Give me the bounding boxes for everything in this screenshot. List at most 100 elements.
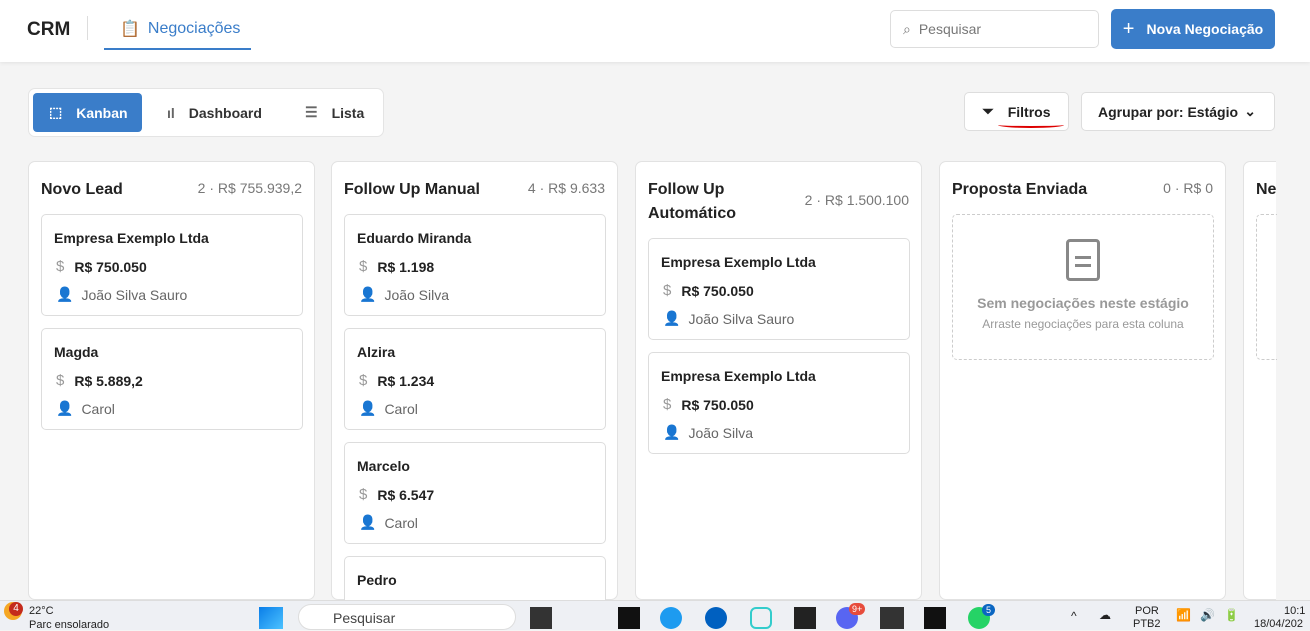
dollar-icon: $ bbox=[359, 486, 368, 503]
column-meta: 0 · R$ 0 bbox=[1163, 180, 1213, 196]
deal-card[interactable]: Eduardo Miranda $ R$ 1.198 👤 João Silva bbox=[344, 214, 606, 316]
app-icon[interactable] bbox=[530, 607, 552, 629]
deal-card[interactable]: Magda $ R$ 5.889,2 👤 Carol bbox=[41, 328, 303, 430]
dollar-icon: $ bbox=[359, 372, 368, 389]
clock-time[interactable]: 10:1 bbox=[1284, 605, 1305, 617]
kanban-icon: ⬚ bbox=[49, 104, 63, 120]
deal-owner: João Silva Sauro bbox=[81, 286, 188, 303]
column-follow-up-automatico: Follow Up Automático 2 · R$ 1.500.100 Em… bbox=[635, 161, 922, 600]
empty-title: Sem negociações neste estágio bbox=[977, 295, 1189, 311]
view-kanban[interactable]: ⬚ Kanban bbox=[33, 93, 142, 132]
windows-taskbar: 4 22°C Parc ensolarado Pesquisar 9+ 5 ^ … bbox=[0, 600, 1310, 631]
column-meta: 2 · R$ 755.939,2 bbox=[197, 180, 302, 196]
search-input[interactable]: ⌕ Pesquisar bbox=[890, 10, 1099, 48]
empty-subtitle: Arraste negociações para esta coluna bbox=[982, 317, 1184, 331]
column-title: Ne bbox=[1256, 181, 1277, 198]
weather-text: Parc ensolarado bbox=[29, 619, 110, 631]
chevron-up-icon[interactable]: ^ bbox=[1071, 609, 1077, 623]
thunderbird-icon[interactable] bbox=[705, 607, 727, 629]
deal-name: Empresa Exemplo Ltda bbox=[661, 254, 816, 270]
deal-card[interactable]: Empresa Exemplo Ltda $ R$ 750.050 👤 João Sil… bbox=[648, 352, 910, 454]
column-proposta-enviada: Proposta Enviada 0 · R$ 0 Sem negociaçõe… bbox=[939, 161, 1226, 600]
deal-value: R$ 1.198 bbox=[377, 258, 435, 275]
clock-date: 18/04/202 bbox=[1254, 618, 1303, 630]
whatsapp-badge: 5 bbox=[982, 604, 996, 616]
edge-icon[interactable] bbox=[660, 607, 682, 629]
view-label: Kanban bbox=[76, 104, 128, 121]
dollar-icon: $ bbox=[359, 258, 368, 275]
deal-card[interactable]: Marcelo $ R$ 6.547 👤 Carol bbox=[344, 442, 606, 544]
tab-label: Negociações bbox=[147, 20, 241, 37]
deal-value: R$ 750.050 bbox=[681, 282, 754, 299]
app-icon[interactable] bbox=[924, 607, 946, 629]
deal-card[interactable]: Empresa Exemplo Ltda $ R$ 750.050 👤 João Sil… bbox=[648, 238, 910, 340]
deal-owner: João Silva bbox=[384, 286, 450, 303]
filters-label: Filtros bbox=[1007, 103, 1051, 120]
deal-owner: João Silva bbox=[688, 424, 754, 441]
deal-name: Magda bbox=[54, 344, 99, 360]
view-switcher: ⬚ Kanban ıl Dashboard ☰ Lista bbox=[28, 88, 384, 137]
view-label: Lista bbox=[331, 104, 365, 121]
chevron-down-icon: ⌄ bbox=[1244, 103, 1256, 119]
windows-start-icon[interactable] bbox=[259, 607, 283, 629]
deal-name: Empresa Exemplo Ltda bbox=[661, 368, 816, 384]
column-title: Follow Up Automático bbox=[648, 181, 736, 222]
column-meta: 2 · R$ 1.500.100 bbox=[804, 192, 909, 208]
user-icon: 👤 bbox=[56, 286, 74, 302]
dollar-icon: $ bbox=[56, 372, 65, 389]
onedrive-icon[interactable]: ☁ bbox=[1099, 608, 1111, 622]
weather-badge: 4 bbox=[9, 602, 23, 616]
list-icon: ☰ bbox=[305, 104, 318, 120]
deal-name: Empresa Exemplo Ltda bbox=[54, 230, 209, 246]
deal-value: R$ 5.889,2 bbox=[74, 372, 143, 389]
group-by-label: Agrupar por: Estágio bbox=[1098, 103, 1239, 120]
app-logo: CRM bbox=[27, 19, 71, 40]
deal-card[interactable]: Alzira $ R$ 1.234 👤 Carol bbox=[344, 328, 606, 430]
red-annotation-underline bbox=[998, 122, 1064, 128]
deal-card[interactable]: Empresa Exemplo Ltda $ R$ 750.050 👤 João Sil… bbox=[41, 214, 303, 316]
column-partial: Ne bbox=[1243, 161, 1277, 600]
user-icon: 👤 bbox=[359, 514, 377, 530]
language[interactable]: POR bbox=[1135, 605, 1159, 617]
column-title: Proposta Enviada bbox=[952, 181, 1088, 198]
dollar-icon: $ bbox=[663, 396, 672, 413]
filter-icon: ⏷ bbox=[982, 103, 994, 119]
deal-name: Eduardo Miranda bbox=[357, 230, 472, 246]
terminal-icon[interactable] bbox=[880, 607, 904, 629]
user-icon: 👤 bbox=[663, 310, 681, 326]
new-deal-label: Nova Negociação bbox=[1146, 21, 1264, 37]
taskbar-search[interactable]: Pesquisar bbox=[298, 604, 516, 630]
deal-value: R$ 1.234 bbox=[377, 372, 435, 389]
discord-badge: 9+ bbox=[849, 603, 866, 615]
view-lista[interactable]: ☰ Lista bbox=[289, 93, 380, 132]
group-by-select[interactable]: Agrupar por: Estágio ⌄ bbox=[1081, 92, 1275, 131]
volume-icon[interactable]: 🔊 bbox=[1200, 608, 1215, 622]
deal-card[interactable]: Pedro bbox=[344, 556, 606, 601]
battery-icon[interactable]: 🔋 bbox=[1224, 608, 1239, 622]
view-label: Dashboard bbox=[188, 104, 262, 121]
deal-value: R$ 6.547 bbox=[377, 486, 435, 503]
column-title: Follow Up Manual bbox=[344, 181, 480, 198]
search-placeholder: Pesquisar bbox=[918, 21, 982, 37]
new-deal-button[interactable]: + Nova Negociação bbox=[1111, 9, 1275, 49]
deal-owner: Carol bbox=[81, 400, 115, 417]
user-icon: 👤 bbox=[56, 400, 74, 416]
column-title: Novo Lead bbox=[41, 181, 123, 198]
empty-dropzone bbox=[1256, 214, 1277, 360]
view-dashboard[interactable]: ıl Dashboard bbox=[151, 93, 278, 132]
dollar-icon: $ bbox=[663, 282, 672, 299]
user-icon: 👤 bbox=[663, 424, 681, 440]
chat-icon[interactable] bbox=[750, 607, 772, 629]
empty-dropzone[interactable]: Sem negociações neste estágio Arraste ne… bbox=[952, 214, 1214, 360]
app-icon[interactable] bbox=[618, 607, 640, 629]
search-icon: ⌕ bbox=[903, 20, 911, 37]
tab-negociacoes[interactable]: 📋 Negociações bbox=[104, 10, 251, 50]
wifi-icon[interactable]: 📶 bbox=[1176, 608, 1191, 622]
temperature: 22°C bbox=[29, 605, 54, 617]
column-follow-up-manual: Follow Up Manual 4 · R$ 9.633 Eduardo Mi… bbox=[331, 161, 618, 601]
deal-owner: Carol bbox=[384, 400, 418, 417]
app-icon[interactable] bbox=[794, 607, 816, 629]
divider bbox=[87, 16, 88, 40]
bar-chart-icon: ıl bbox=[167, 104, 175, 121]
deal-value: R$ 750.050 bbox=[681, 396, 754, 413]
